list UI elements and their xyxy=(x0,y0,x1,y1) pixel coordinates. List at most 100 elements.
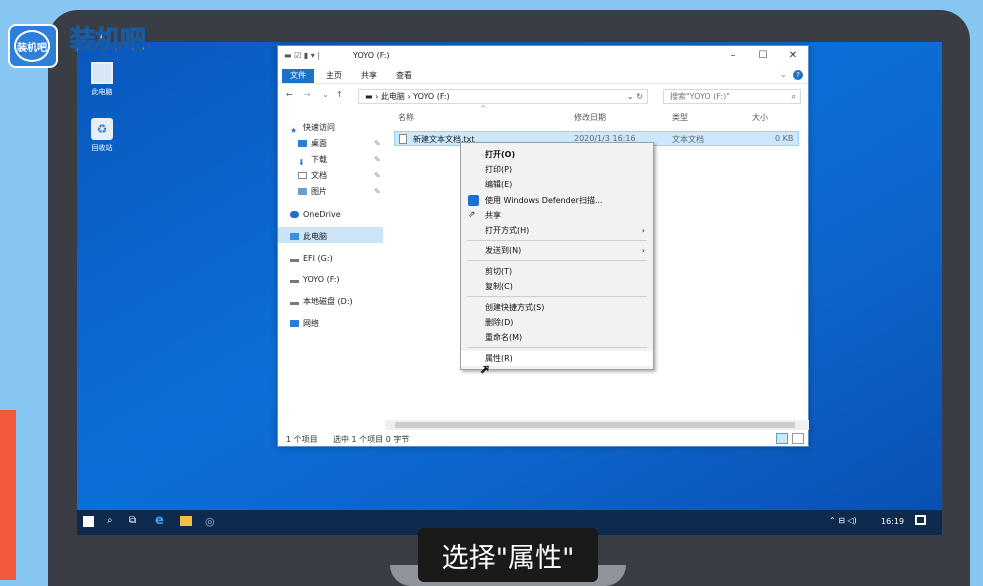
start-windows-icon[interactable] xyxy=(83,516,94,527)
menu-rename[interactable]: 重命名(M) xyxy=(461,330,653,345)
menu-open-with[interactable]: 打开方式(H) › xyxy=(461,223,653,238)
desktop-folder-icon xyxy=(298,140,307,147)
pin-icon: ✎ xyxy=(374,171,381,180)
column-date[interactable]: 修改日期 xyxy=(574,112,606,123)
menu-edit[interactable]: 编辑(E) xyxy=(461,177,653,192)
nav-quick-access[interactable]: ★ 快速访问 xyxy=(290,121,390,135)
submenu-arrow-icon: › xyxy=(641,226,645,235)
close-button[interactable]: ✕ xyxy=(778,46,808,66)
search-icon: ⌕ xyxy=(791,92,796,101)
refresh-icon[interactable]: ⌄ ↻ xyxy=(627,90,643,103)
video-caption: 选择"属性" xyxy=(418,528,598,582)
pin-icon: ✎ xyxy=(374,187,381,196)
download-icon: ⬇ xyxy=(298,158,305,167)
chevron-down-icon[interactable]: ⌄ xyxy=(322,90,329,99)
search-icon[interactable]: ⌕ xyxy=(107,515,113,526)
title-bar: ▬ ☑ ▮ ▾ | YOYO (F:) – ☐ ✕ xyxy=(278,46,808,66)
tab-view[interactable]: 查看 xyxy=(388,69,420,83)
horizontal-scrollbar[interactable] xyxy=(385,420,809,430)
cloud-icon xyxy=(290,211,299,218)
breadcrumb-drive[interactable]: YOYO (F:) xyxy=(413,92,450,101)
drive-icon: ▬ › xyxy=(365,92,381,101)
nav-efi-drive[interactable]: EFI (G:) xyxy=(290,252,390,266)
text-file-icon xyxy=(399,134,407,144)
menu-share[interactable]: 共享 xyxy=(461,208,653,223)
menu-cut[interactable]: 剪切(T) xyxy=(461,264,653,279)
menu-copy[interactable]: 复制(C) xyxy=(461,279,653,294)
drive-icon xyxy=(290,298,299,305)
decorative-red-bar xyxy=(0,410,16,580)
chevron-down-icon[interactable]: ⌄ xyxy=(780,70,787,79)
nav-onedrive[interactable]: OneDrive xyxy=(290,208,390,222)
menu-delete[interactable]: 删除(D) xyxy=(461,315,653,330)
details-view-icon[interactable] xyxy=(776,433,788,444)
status-selection: 选中 1 个项目 0 字节 xyxy=(333,435,410,444)
desktop-icon-label: 此电脑 xyxy=(91,88,113,96)
up-arrow-icon[interactable]: ↑ xyxy=(336,90,343,99)
system-tray-icons[interactable]: ⌃ ⊟ ◁) xyxy=(829,516,857,525)
recycle-bin-icon: ♻ xyxy=(91,118,113,140)
menu-open[interactable]: 打开(O) xyxy=(461,147,653,162)
menu-send-to[interactable]: 发送到(N) › xyxy=(461,243,653,258)
column-name[interactable]: 名称 xyxy=(398,112,414,123)
file-size: 0 KB xyxy=(775,134,794,143)
maximize-button[interactable]: ☐ xyxy=(748,46,778,66)
nav-network[interactable]: 网络 xyxy=(290,317,390,331)
ribbon-tabs: 文件 主页 共享 查看 ⌄ ? xyxy=(278,66,808,84)
column-type[interactable]: 类型 xyxy=(672,112,688,123)
quick-access-toolbar-icon[interactable]: ▬ ☑ ▮ ▾ | xyxy=(284,51,320,60)
nav-downloads[interactable]: ⬇ 下载 ✎ xyxy=(298,153,398,167)
breadcrumb-this-pc[interactable]: 此电脑 xyxy=(381,92,405,101)
pictures-icon xyxy=(298,188,307,195)
column-size[interactable]: 大小 xyxy=(752,112,768,123)
scrollbar-thumb[interactable] xyxy=(395,422,795,428)
tab-share[interactable]: 共享 xyxy=(353,69,385,83)
drive-icon xyxy=(290,255,299,262)
menu-separator xyxy=(467,260,647,261)
logo-circle: 装机吧 xyxy=(14,30,50,62)
tab-file[interactable]: 文件 xyxy=(282,69,314,83)
minimize-button[interactable]: – xyxy=(718,46,748,66)
help-icon[interactable]: ? xyxy=(793,70,803,80)
status-bar: 1 个项目 选中 1 个项目 0 字节 xyxy=(278,432,808,446)
context-menu: 打开(O) 打印(P) 编辑(E) 使用 Windows Defender扫描.… xyxy=(460,142,654,370)
network-icon xyxy=(290,320,299,327)
menu-defender-scan[interactable]: 使用 Windows Defender扫描... xyxy=(461,193,653,208)
nav-local-disk[interactable]: 本地磁盘 (D:) xyxy=(290,295,390,309)
address-input[interactable]: ▬ › 此电脑 › YOYO (F:) ⌄ ↻ xyxy=(358,89,648,104)
address-bar-row: ← → ⌄ ↑ ▬ › 此电脑 › YOYO (F:) ⌄ ↻ 搜索"YOYO … xyxy=(278,86,808,106)
notification-icon[interactable] xyxy=(915,515,926,525)
clock[interactable]: 16:19 xyxy=(881,517,904,526)
menu-create-shortcut[interactable]: 创建快捷方式(S) xyxy=(461,300,653,315)
tab-home[interactable]: 主页 xyxy=(318,69,350,83)
task-view-icon[interactable]: ⧉ xyxy=(129,515,136,526)
computer-icon xyxy=(91,62,113,84)
star-icon: ★ xyxy=(290,126,298,135)
file-explorer-icon[interactable] xyxy=(180,516,192,526)
nav-documents[interactable]: 文档 ✎ xyxy=(298,169,398,183)
menu-print[interactable]: 打印(P) xyxy=(461,162,653,177)
menu-separator xyxy=(467,296,647,297)
forward-arrow-icon[interactable]: → xyxy=(304,90,311,99)
drive-icon xyxy=(290,276,299,283)
desktop-icon-recycle-bin[interactable]: ♻ 回收站 xyxy=(77,118,127,153)
pin-icon: ✎ xyxy=(374,155,381,164)
window-title: YOYO (F:) xyxy=(353,51,390,60)
status-item-count: 1 个项目 xyxy=(286,435,318,444)
large-icons-view-icon[interactable] xyxy=(792,433,804,444)
search-placeholder: 搜索"YOYO (F:)" xyxy=(670,92,730,101)
nav-yoyo-drive[interactable]: YOYO (F:) xyxy=(290,273,390,287)
menu-separator xyxy=(467,240,647,241)
menu-separator xyxy=(467,347,647,348)
desktop-icon-this-pc[interactable]: 此电脑 xyxy=(77,62,127,97)
app-icon[interactable]: ◎ xyxy=(205,515,215,528)
nav-this-pc[interactable]: 此电脑 xyxy=(290,230,390,244)
back-arrow-icon[interactable]: ← xyxy=(286,90,293,99)
submenu-arrow-icon: › xyxy=(641,246,645,255)
file-type: 文本文档 xyxy=(672,135,704,144)
nav-desktop[interactable]: 桌面 ✎ xyxy=(298,137,398,151)
search-input[interactable]: 搜索"YOYO (F:)" ⌕ xyxy=(663,89,801,104)
pin-icon: ✎ xyxy=(374,139,381,148)
nav-pictures[interactable]: 图片 ✎ xyxy=(298,185,398,199)
edge-browser-icon[interactable]: e xyxy=(155,513,164,528)
